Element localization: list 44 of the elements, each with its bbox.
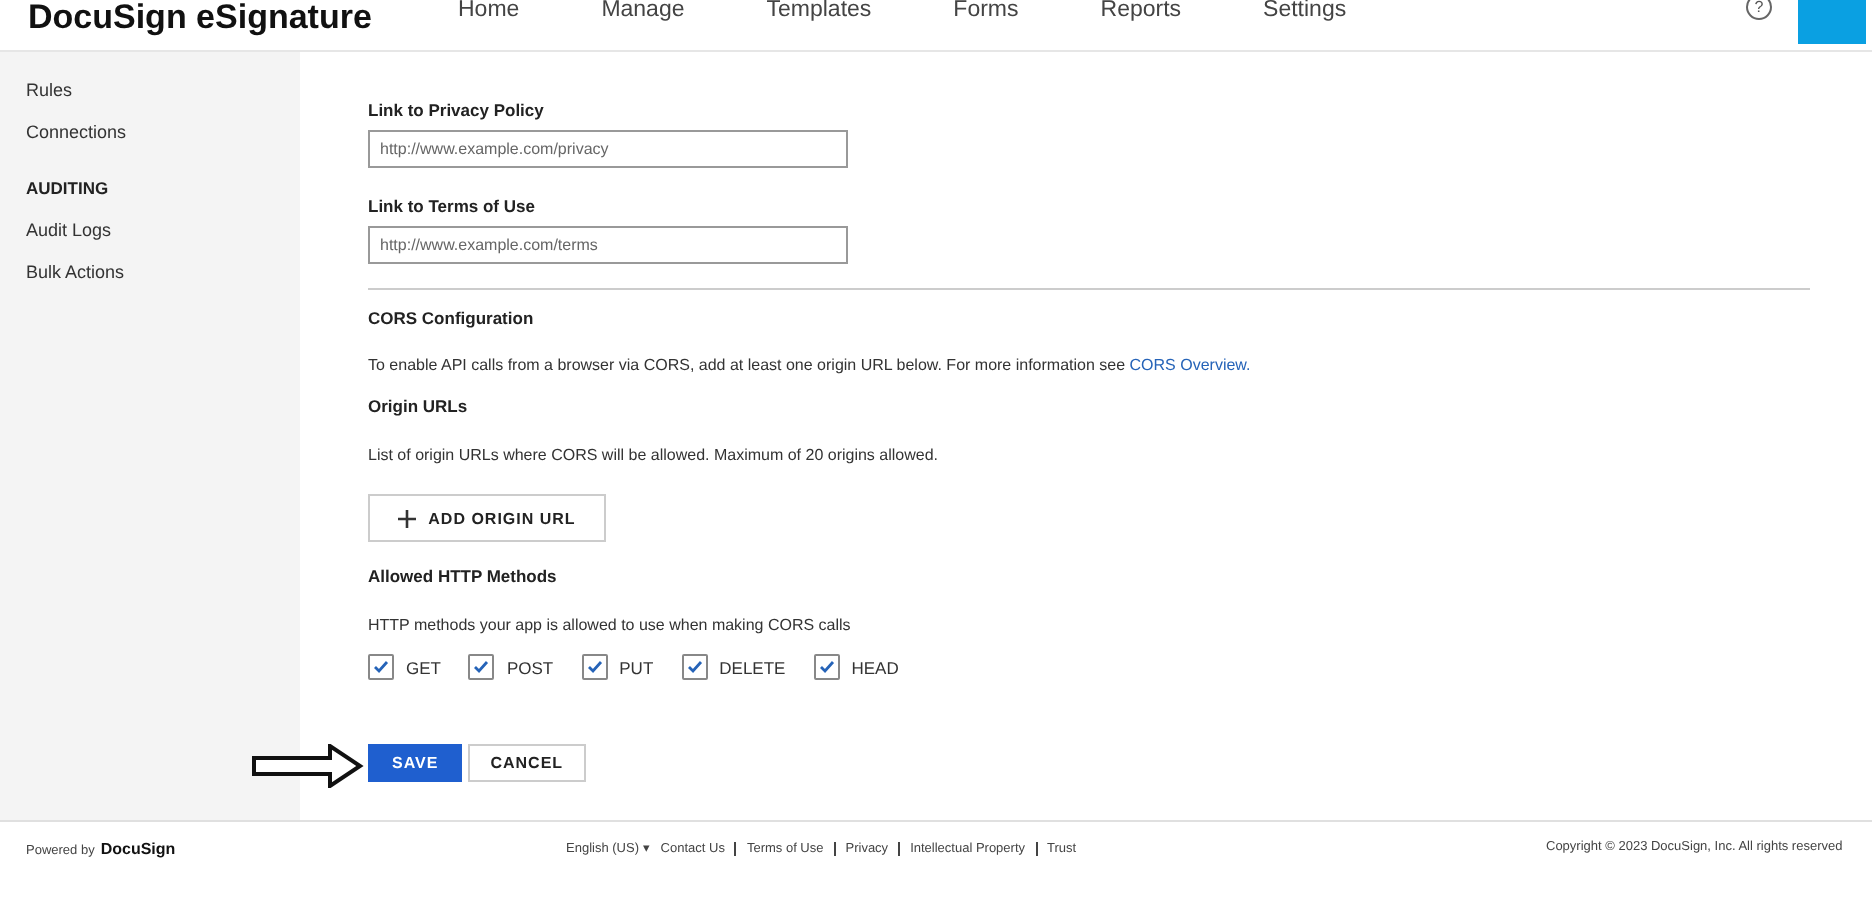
- section-title: Allowed HTTP Methods: [368, 566, 559, 586]
- checkbox[interactable]: [681, 654, 708, 680]
- sidebar-item[interactable]: Bulk Actions: [26, 262, 300, 282]
- field-label: Link to Terms of Use: [368, 196, 537, 216]
- section-title: Origin URLs: [368, 396, 470, 416]
- checkbox-label: PUT: [619, 657, 654, 677]
- nav-link[interactable]: Home: [458, 0, 520, 24]
- checkbox[interactable]: [368, 654, 394, 680]
- save-button[interactable]: SAVE: [368, 744, 463, 782]
- description: List of origin URLs where CORS will be allowed. Maximum of 20 origins allowed.: [368, 446, 941, 464]
- help-icon[interactable]: ?: [1746, 0, 1772, 20]
- sidebar-item[interactable]: Connections: [26, 122, 300, 142]
- nav-link[interactable]: Forms: [953, 0, 1019, 24]
- description: To enable API calls from a browser via CORS, add at least one origin URL below. For more information see CORS Overview.: [368, 356, 1253, 374]
- nav-link[interactable]: Manage: [601, 0, 685, 24]
- plus-icon: [398, 509, 417, 527]
- check-icon: [815, 656, 838, 678]
- check-icon: [683, 656, 706, 678]
- check-icon: [470, 656, 493, 678]
- link[interactable]: CORS Overview.: [1129, 356, 1251, 374]
- input-field[interactable]: http://www.example.com/terms: [368, 226, 848, 264]
- cancel-button[interactable]: CANCEL: [468, 744, 586, 782]
- checkbox[interactable]: [581, 654, 608, 680]
- description: HTTP methods your app is allowed to use when making CORS calls: [368, 616, 853, 634]
- checkbox[interactable]: [813, 654, 840, 680]
- input-field[interactable]: http://www.example.com/privacy: [368, 130, 848, 168]
- nav-link[interactable]: Settings: [1263, 0, 1347, 24]
- brand-name: DocuSign: [100, 840, 176, 858]
- checkbox-label: GET: [406, 657, 441, 677]
- check-icon: [370, 656, 392, 678]
- field-label: Link to Privacy Policy: [368, 100, 546, 120]
- checkbox-label: DELETE: [719, 657, 786, 677]
- nav-link[interactable]: Templates: [766, 0, 872, 24]
- add-origin-button[interactable]: ADD ORIGIN URL: [368, 494, 606, 542]
- checkbox[interactable]: [468, 654, 495, 680]
- check-icon: [583, 656, 606, 678]
- nav-link[interactable]: Reports: [1100, 0, 1182, 24]
- sidebar-item[interactable]: Audit Logs: [26, 220, 300, 240]
- sidebar-heading: AUDITING: [26, 178, 111, 198]
- sidebar-item[interactable]: Rules: [26, 80, 300, 100]
- checkbox-label: POST: [506, 657, 554, 677]
- checkbox-label: HEAD: [851, 657, 899, 677]
- app-logo[interactable]: DocuSign eSignature: [28, 0, 458, 36]
- section-title: CORS Configuration: [368, 308, 536, 328]
